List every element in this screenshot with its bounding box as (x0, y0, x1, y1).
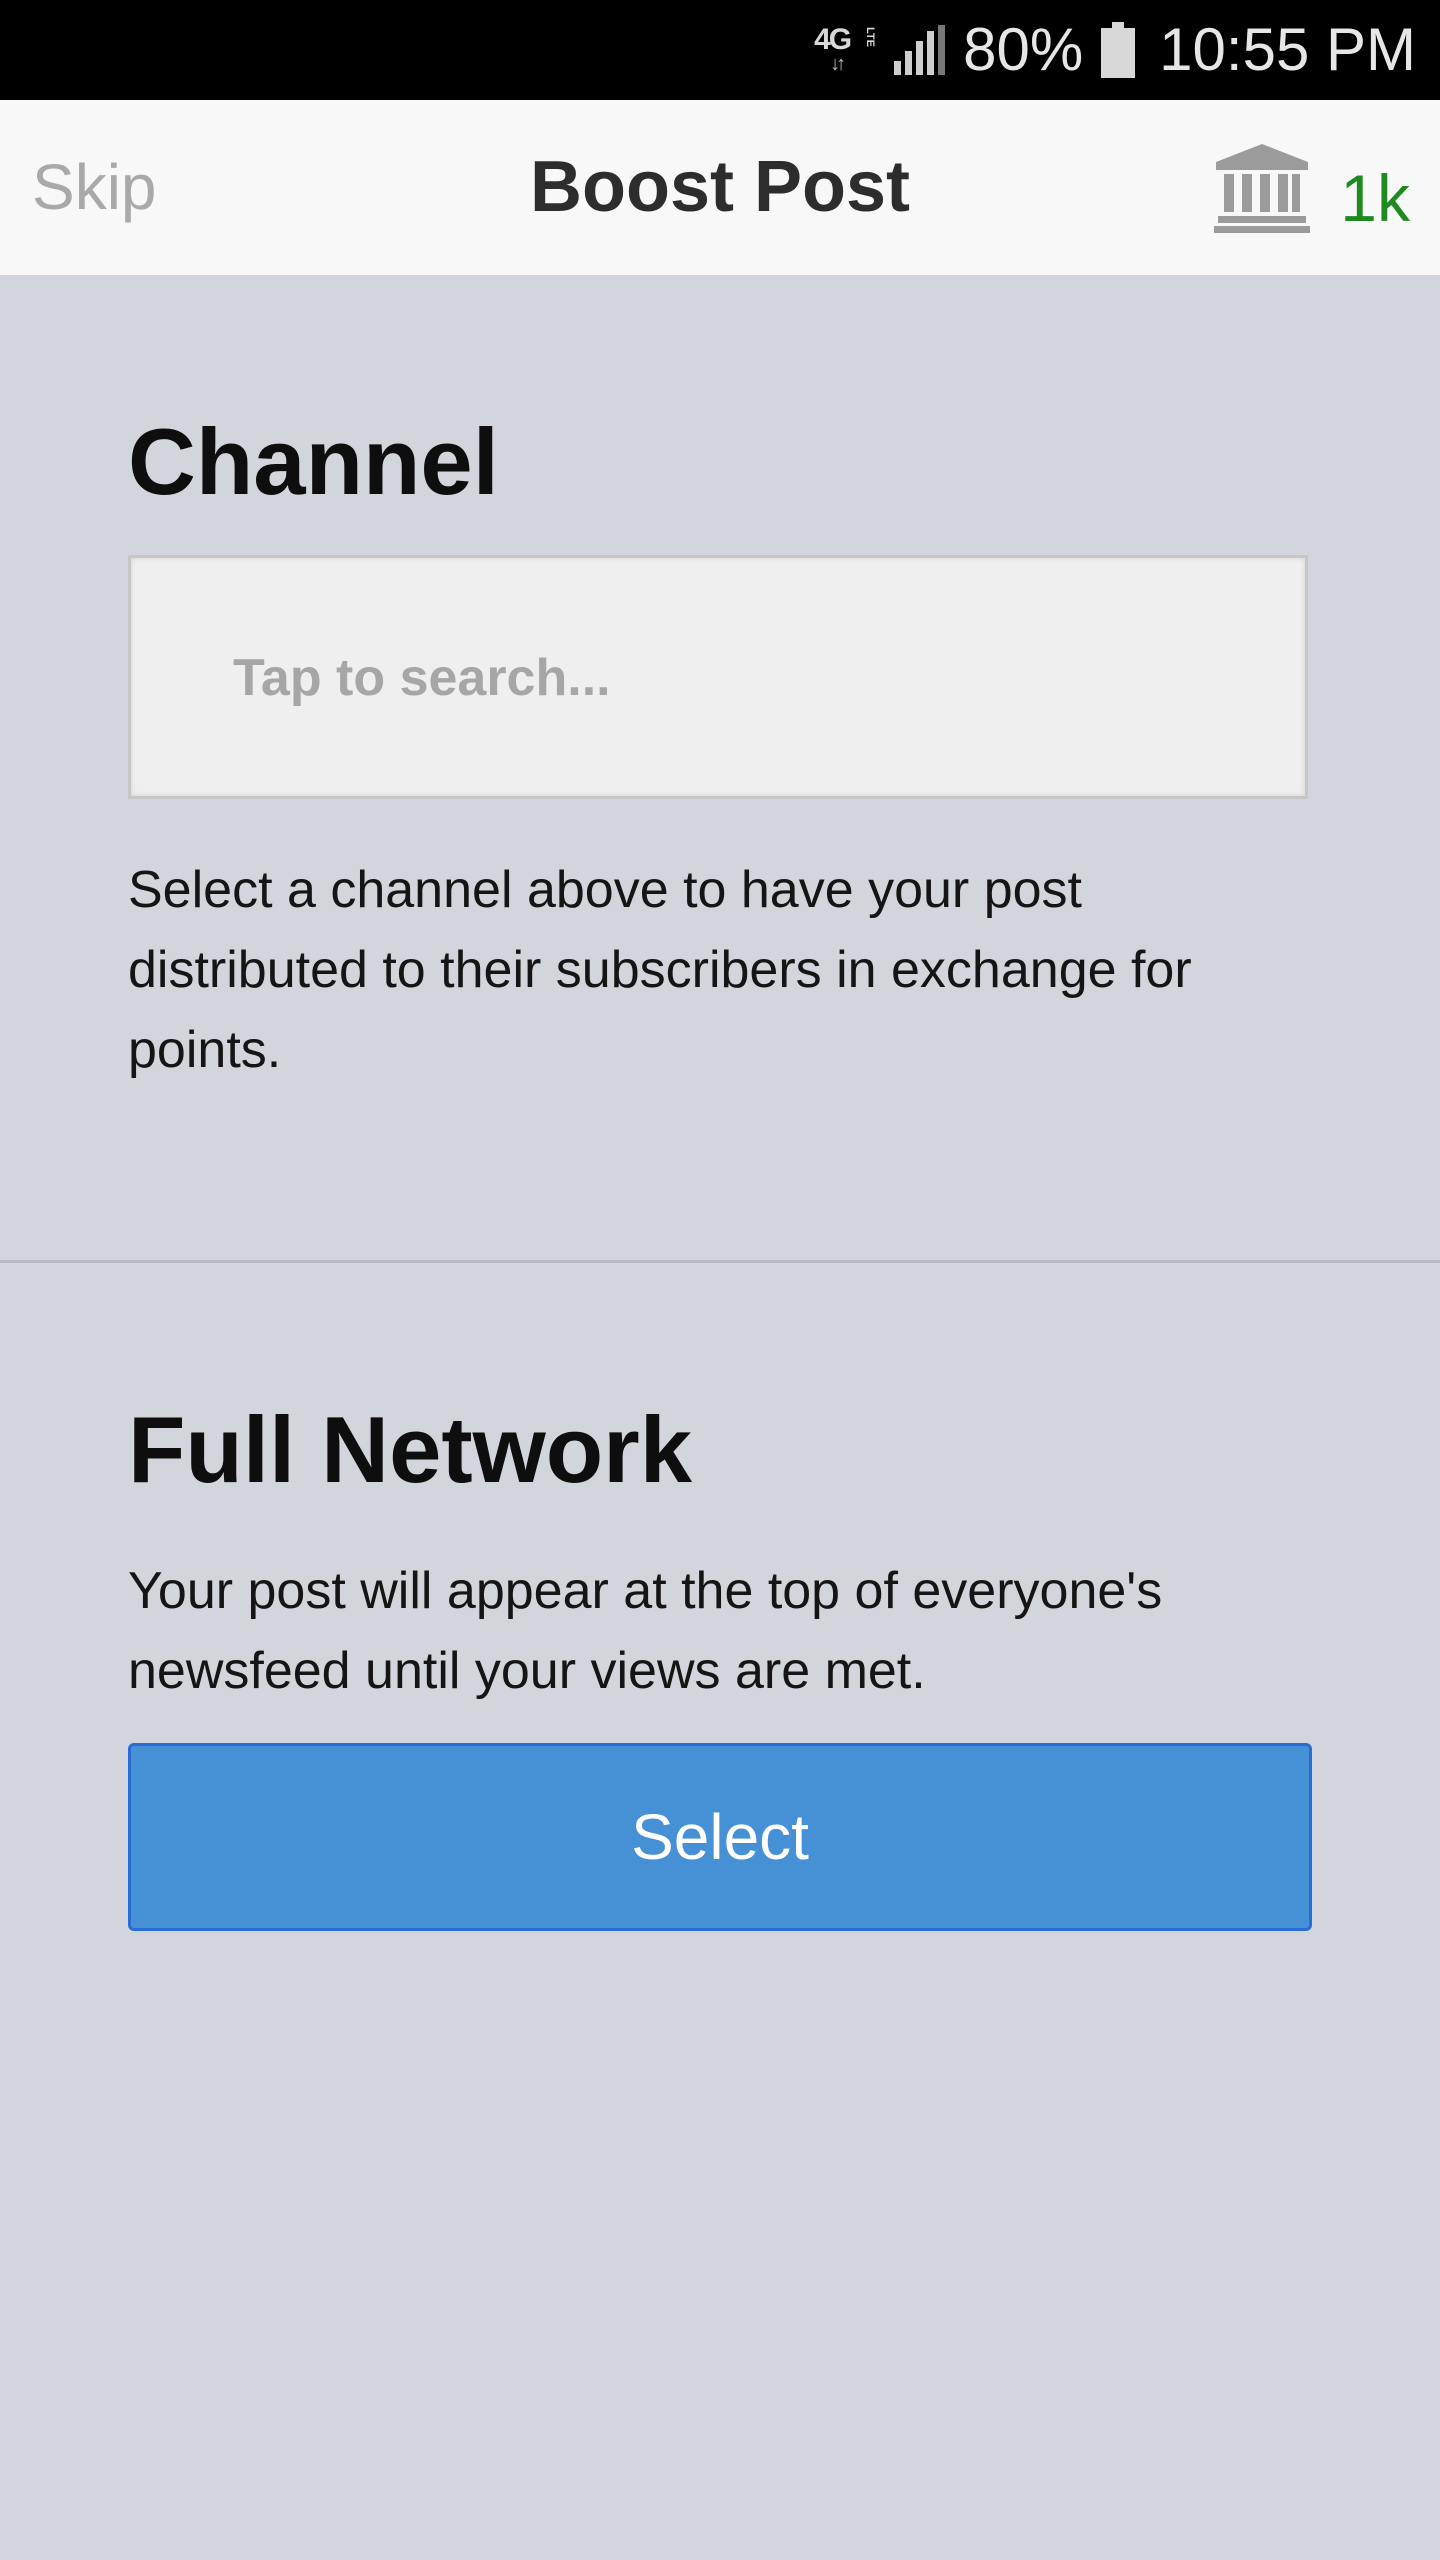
battery-icon (1101, 22, 1136, 78)
clock: 10:55 PM (1159, 16, 1416, 83)
network-type: 4G (814, 23, 852, 56)
channel-search-input[interactable] (231, 558, 1235, 798)
channel-search-box[interactable] (128, 555, 1308, 799)
status-bar: 4G LTE ↓↑ 80% 10:55 PM (0, 0, 1440, 100)
battery-percent: 80% (963, 16, 1084, 83)
skip-button[interactable]: Skip (32, 100, 157, 275)
channel-description: Select a channel above to have your post… (128, 861, 1192, 1079)
network-subtype: LTE (864, 27, 877, 47)
bank-icon (1212, 142, 1312, 234)
full-network-description: Your post will appear at the top of ever… (128, 1562, 1163, 1700)
points-value: 1k (1340, 160, 1410, 235)
nav-bar: Boost Post Skip 1k (0, 100, 1440, 275)
points-wallet-button[interactable]: 1k (1212, 100, 1410, 275)
full-network-heading: Full Network (128, 1397, 693, 1502)
full-network-section: Full Network Your post will appear at th… (0, 1263, 1440, 2560)
channel-heading: Channel (128, 409, 499, 514)
4g-lte-icon: 4G LTE ↓↑ (814, 23, 876, 77)
signal-icon (894, 25, 946, 75)
status-indicators: 4G LTE ↓↑ 80% 10:55 PM (814, 0, 1416, 100)
data-arrows-icon: ↓↑ (830, 53, 846, 75)
channel-section: Channel Select a channel above to have y… (0, 275, 1440, 1260)
select-button[interactable]: Select (128, 1743, 1312, 1931)
